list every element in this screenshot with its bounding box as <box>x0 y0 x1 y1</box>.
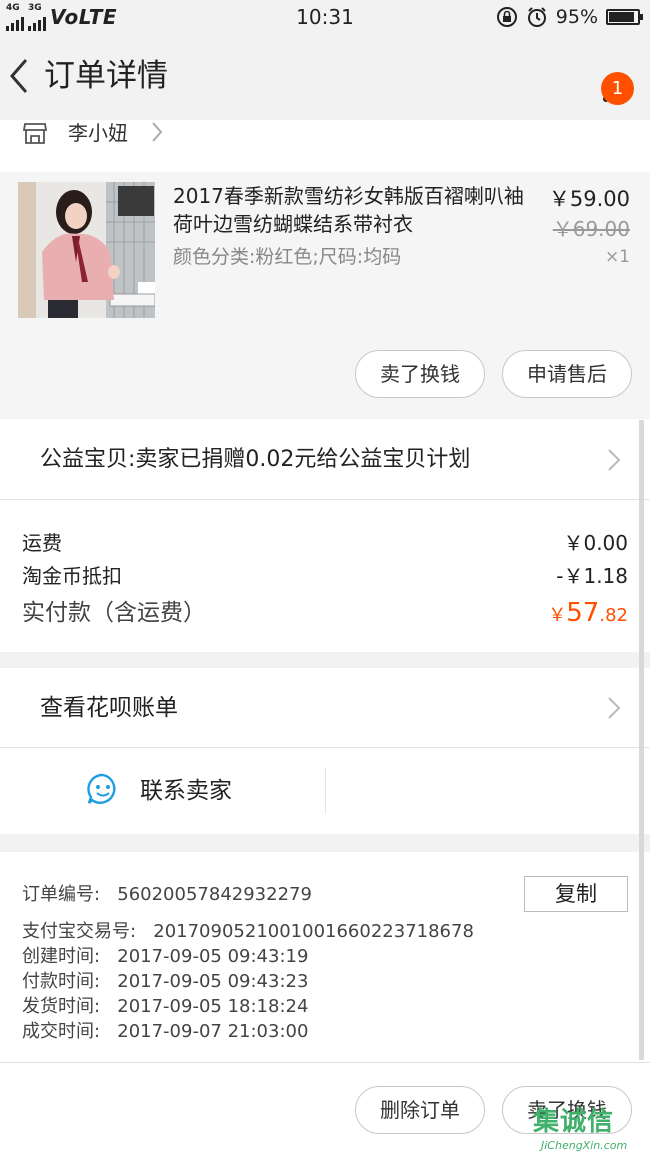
rotation-lock-icon <box>496 7 517 27</box>
order-info: 订单编号: 56020057842932279 复制 支付宝交易号: 20170… <box>0 852 650 1062</box>
product-title[interactable]: 2017春季新款雪纺衫女韩版百褶喇叭袖荷叶边雪纺蝴蝶结系带衬衣 <box>173 182 533 238</box>
chat-bubble-icon <box>87 773 116 804</box>
shop-name: 李小妞 <box>68 121 128 145</box>
delete-order-button[interactable]: 删除订单 <box>355 1086 485 1134</box>
huabei-bill-text: 查看花呗账单 <box>40 695 178 721</box>
status-bar: 4G 3G VoLTE 10:31 95% <box>0 0 650 34</box>
battery-icon <box>606 9 643 25</box>
chevron-right-icon <box>606 447 622 477</box>
store-icon <box>22 123 48 144</box>
total-integer: 57 <box>566 598 600 628</box>
created-time-label: 创建时间: <box>22 946 101 967</box>
shop-row[interactable]: 李小妞 <box>0 120 650 172</box>
charity-text: 公益宝贝:卖家已捐赠0.02元给公益宝贝计划 <box>40 447 471 472</box>
shipped-time-value: 2017-09-05 18:18:24 <box>117 996 309 1017</box>
alipay-trade-value: 2017090521001001660223718678 <box>153 921 474 942</box>
shipping-value: ￥0.00 <box>563 531 628 555</box>
watermark-logo: 集诚信 JiChengXin.com <box>533 1105 643 1153</box>
coin-deduction-row: 淘金币抵扣 -￥1.18 <box>22 561 628 591</box>
back-button[interactable] <box>6 56 32 104</box>
total-currency: ￥ <box>548 605 567 626</box>
chevron-left-icon <box>10 59 28 93</box>
page-title: 订单详情 <box>44 58 168 94</box>
charity-row[interactable]: 公益宝贝:卖家已捐赠0.02元给公益宝贝计划 <box>0 419 650 500</box>
paid-time-value: 2017-09-05 09:43:23 <box>117 971 309 992</box>
shipping-row: 运费 ￥0.00 <box>22 528 628 558</box>
total-amount: ￥57.82 <box>548 596 628 633</box>
status-icons: 95% <box>496 4 643 30</box>
alarm-icon <box>527 7 546 27</box>
battery-fill <box>609 12 634 22</box>
alipay-trade-label: 支付宝交易号: <box>22 921 137 942</box>
product-quantity: ×1 <box>604 247 630 267</box>
chevron-right-icon <box>150 120 164 151</box>
order-number-label: 订单编号: <box>22 884 101 905</box>
order-number-value: 56020057842932279 <box>117 884 312 905</box>
total-row: 实付款（含运费） ￥57.82 <box>22 596 628 630</box>
completed-time-label: 成交时间: <box>22 1021 101 1042</box>
completed-time-value: 2017-09-07 21:03:00 <box>117 1021 309 1042</box>
cost-summary: 运费 ￥0.00 淘金币抵扣 -￥1.18 实付款（含运费） ￥57.82 <box>0 500 650 652</box>
coin-value: -￥1.18 <box>556 564 628 588</box>
chevron-right-icon <box>606 695 622 725</box>
contact-row: 联系卖家 <box>0 748 650 834</box>
order-item[interactable]: 2017春季新款雪纺衫女韩版百褶喇叭袖荷叶边雪纺蝴蝶结系带衬衣 颜色分类:粉红色… <box>0 172 650 418</box>
sell-for-cash-button[interactable]: 卖了换钱 <box>355 350 485 398</box>
huabei-bill-row[interactable]: 查看花呗账单 <box>0 668 650 748</box>
created-time-value: 2017-09-05 09:43:19 <box>117 946 309 967</box>
product-image[interactable] <box>18 182 155 318</box>
coin-label: 淘金币抵扣 <box>22 564 122 588</box>
contact-seller-button[interactable]: 联系卖家 <box>0 748 325 834</box>
product-price: ￥59.00 <box>548 187 630 211</box>
battery-percent: 95% <box>555 6 598 28</box>
navigation-header: 订单详情 1 <box>0 34 650 120</box>
paid-time-label: 付款时间: <box>22 971 101 992</box>
scrollbar[interactable] <box>639 420 644 1060</box>
order-number-row: 订单编号: 56020057842932279 <box>22 882 312 907</box>
divider <box>325 768 326 814</box>
shipped-time-label: 发货时间: <box>22 996 101 1017</box>
copy-button[interactable]: 复制 <box>524 876 628 912</box>
shipping-label: 运费 <box>22 531 62 555</box>
created-time-row: 创建时间: 2017-09-05 09:43:19 <box>22 944 308 969</box>
alipay-trade-row: 支付宝交易号: 2017090521001001660223718678 <box>22 919 474 944</box>
contact-seller-label: 联系卖家 <box>140 778 232 804</box>
original-price: ￥69.00 <box>552 217 630 241</box>
notification-badge: 1 <box>601 72 634 105</box>
total-decimal: .82 <box>599 605 628 626</box>
after-sale-button[interactable]: 申请售后 <box>502 350 632 398</box>
shipped-time-row: 发货时间: 2017-09-05 18:18:24 <box>22 994 308 1019</box>
total-label: 实付款（含运费） <box>22 600 206 626</box>
watermark-text: 集诚信 <box>533 1107 615 1137</box>
paid-time-row: 付款时间: 2017-09-05 09:43:23 <box>22 969 308 994</box>
completed-time-row: 成交时间: 2017-09-07 21:03:00 <box>22 1019 308 1044</box>
product-spec: 颜色分类:粉红色;尺码:均码 <box>173 246 402 268</box>
watermark-url: JiChengXin.com <box>541 1139 628 1152</box>
